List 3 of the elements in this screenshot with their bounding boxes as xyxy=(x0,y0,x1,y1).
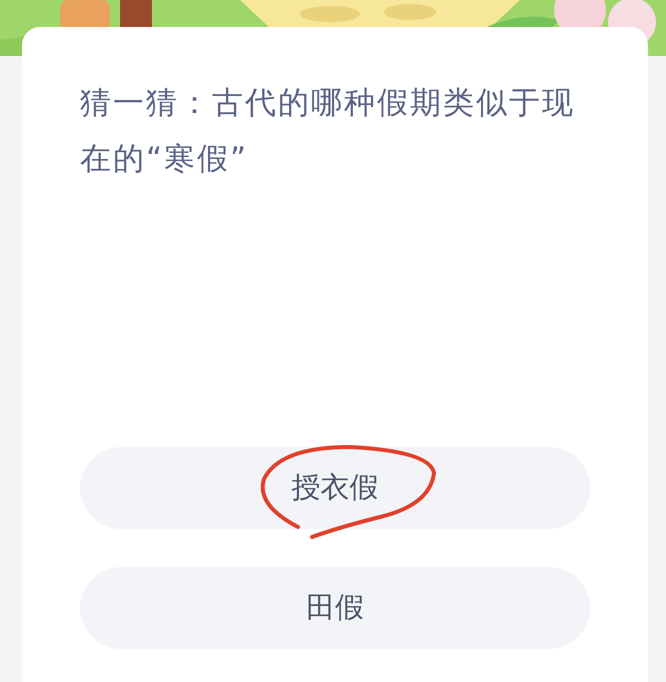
question-text: 猜一猜：古代的哪种假期类似于现在的“寒假” xyxy=(80,84,576,179)
answer-option[interactable]: 授衣假 xyxy=(80,447,590,529)
answer-option[interactable]: 田假 xyxy=(80,567,590,649)
